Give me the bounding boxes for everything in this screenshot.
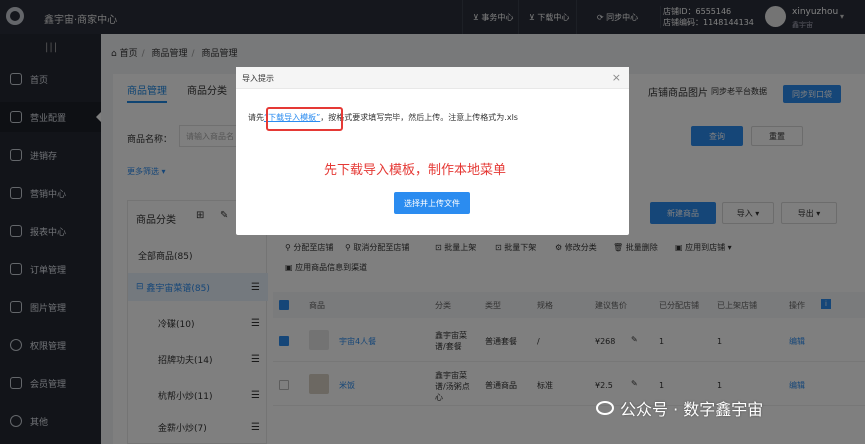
- instructions-prefix: 请先: [248, 113, 264, 122]
- close-icon[interactable]: ×: [612, 71, 621, 84]
- modal-header: 导入提示 ×: [236, 67, 629, 89]
- wechat-icon: [596, 401, 614, 415]
- highlight-box: [266, 107, 343, 131]
- watermark: 公众号 · 数字鑫宇宙: [596, 396, 763, 420]
- annotation-note: 先下载导入模板，制作本地菜单: [324, 163, 507, 178]
- instructions-suffix: ，按格式要求填写完毕，然后上传。注意上传格式为.xls: [320, 113, 518, 122]
- watermark-text: 公众号 · 数字鑫宇宙: [620, 400, 764, 419]
- import-modal: 导入提示 × 请先“下载导入模板”，按格式要求填写完毕，然后上传。注意上传格式为…: [236, 67, 629, 235]
- modal-title: 导入提示: [242, 74, 274, 83]
- upload-file-button[interactable]: 选择并上传文件: [394, 192, 470, 214]
